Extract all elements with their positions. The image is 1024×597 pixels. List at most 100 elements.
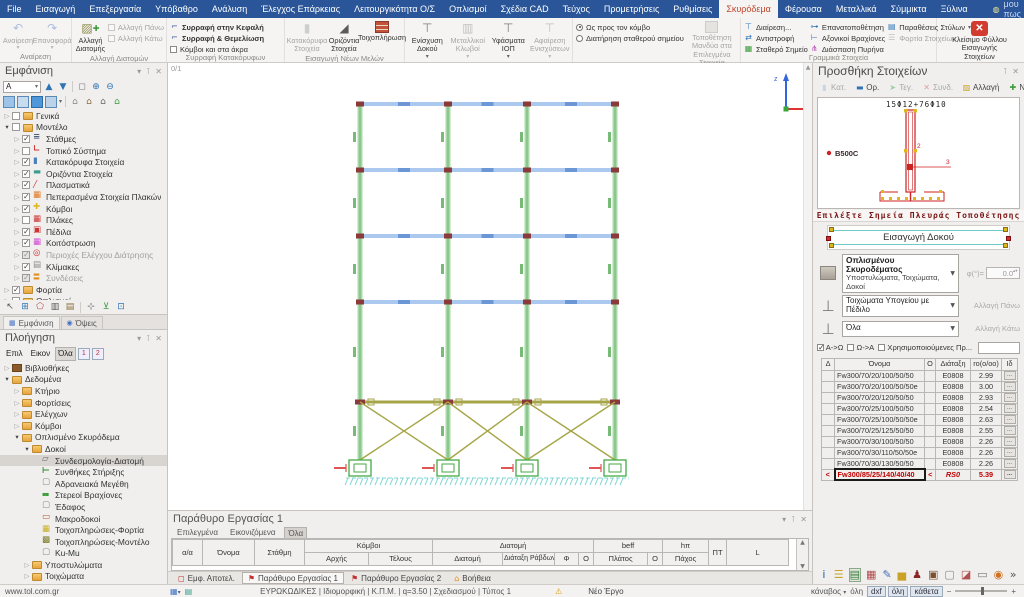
visibility-checkbox[interactable] [22,170,30,178]
used-sections-checkbox[interactable]: Χρησιμοποιούμενες Πρ... [878,343,972,352]
model-canvas[interactable]: zx 0/1 ▲ [168,63,812,510]
vertical-elements-button[interactable]: ▮ Κατακόρυφα Στοιχεία [288,20,326,54]
details-button[interactable]: ... [1004,448,1016,457]
display-tree-item[interactable]: Μοντέλο [0,122,167,134]
menu-tab[interactable]: Προμετρήσεις [597,0,666,18]
details-button[interactable]: ... [1004,426,1016,435]
section-name-cell[interactable]: Fw300/70/25/100/50/50 [835,403,925,414]
bottom-tab[interactable]: ⚑ Παράθυρο Εργασίας 2 [345,572,447,584]
visibility-checkbox[interactable] [22,263,30,271]
navigation-tree-item[interactable]: Τοιχώματα [0,571,167,583]
details-button[interactable]: ... [1004,404,1016,413]
filter-visible-button[interactable]: Εικον [28,347,53,361]
move-down-icon[interactable]: ▼ [57,81,69,93]
walk-icon[interactable]: ♟ [911,568,923,582]
expander-icon[interactable] [13,216,21,224]
menu-tab[interactable]: Φέρουσα [778,0,829,18]
section-name-cell[interactable]: Fw300/70/30/130/50/50 [835,458,925,469]
expander-icon[interactable] [13,422,21,430]
corner-handle[interactable] [1003,243,1008,248]
view-toggle-button[interactable]: dxf [867,586,886,597]
element-type-combo[interactable]: Τοιχώματα Υπογείου με Πέδιλο ▼ [842,295,959,317]
expander-icon[interactable] [13,158,21,166]
display-tree-item[interactable]: Κοιτόστρωση [0,238,167,250]
display-tree-item[interactable]: Στάθμες [0,133,167,145]
remove-strengthening-button[interactable]: ⊤ Αφαίρεση Ενισχύσεων▾ [530,20,570,61]
section-row[interactable]: Fw300/70/25/125/50/50 E0808 2.55 ... [822,425,1018,436]
change-top-label[interactable]: Αλλαγή Πάνω [974,301,1020,310]
expander-icon[interactable] [13,147,21,155]
select-poly-icon[interactable]: ⬠ [34,301,46,313]
section-row[interactable]: < Fw300/85/25/140/40/40 < RS0 5.39 ... [822,469,1018,480]
add-toolbar-button[interactable]: ✕ Συνδ. [919,81,956,94]
bar-chart-icon[interactable]: ▅ [897,568,907,582]
tell-me-search[interactable]: ◍ Πείτε μου πως μπο... [985,0,1024,18]
relative-to-node-radio[interactable]: Ως προς τον κόμβο [576,23,684,31]
navigation-tree-item[interactable]: Δεδομένα [0,374,167,386]
filter-combo[interactable]: Όλα ▼ [842,321,959,337]
visibility-checkbox[interactable] [22,193,30,201]
menu-tab[interactable]: Σχέδια CAD [494,0,556,18]
expander-icon[interactable] [13,170,21,178]
add-toolbar-button[interactable]: ▨ Αλλαγή [959,81,1002,94]
expander-icon[interactable] [23,572,31,580]
axial-arms-button[interactable]: ⊢Αξονικοί Βραχίονες [810,34,885,42]
redo-button[interactable]: ↷ Επαναφορά▾ [35,20,69,52]
a-to-omega-checkbox[interactable]: A->Ω [817,343,843,352]
menu-tab[interactable]: Ανάλυση [205,0,254,18]
insert-beam-box[interactable]: Εισαγωγή Δοκού [827,225,1010,250]
section-row[interactable]: Fw300/70/30/110/50/50e E0808 2.26 ... [822,447,1018,458]
view-cube-3-icon[interactable] [31,96,43,108]
design-codes-status[interactable]: ΕΥΡΩΚΩΔΙΚΕΣ | Ιδιομορφική | Κ.Π.Μ. | q=3… [260,587,511,596]
select-window-icon[interactable]: ◻ [76,81,88,93]
phi-spinner[interactable]: 0.0 [986,267,1020,279]
grid-snap-icon[interactable]: ⊻ [100,301,112,313]
navigation-tree-item[interactable]: Μακροδοκοί [0,513,167,525]
properties-icon[interactable]: ▤ [64,301,76,313]
bottom-tab[interactable]: ⚑ Παράθυρο Εργασίας 1 [242,572,344,584]
undo-button[interactable]: ↶ Αναίρεση▾ [3,20,33,52]
section-row[interactable]: Fw300/70/20/120/50/50 E0808 2.93 ... [822,392,1018,403]
display-tab[interactable]: ▦ Εμφάνιση [3,316,60,329]
details-button[interactable]: ... [1004,371,1016,380]
menu-tab[interactable]: File [0,0,29,18]
menu-tab[interactable]: Οπλισμοί [442,0,493,18]
close-icon[interactable]: ✕ [155,334,162,343]
details-button[interactable]: ... [1004,393,1016,402]
section-row[interactable]: Fw300/70/20/100/50/50e E0808 3.00 ... [822,381,1018,392]
add-toolbar-button[interactable]: ▮ Κατ. [817,81,849,94]
display-tab[interactable]: ◉ Όψεις [61,316,103,329]
navigation-tree-item[interactable]: Έδαφος [0,501,167,513]
corner-handle[interactable] [1003,227,1008,232]
navigation-tree-item[interactable]: Τοιχοπληρώσεις-Φορτία [0,524,167,536]
expander-icon[interactable] [13,205,21,213]
section-row[interactable]: Fw300/70/25/100/50/50e E0808 2.63 ... [822,414,1018,425]
divide-button[interactable]: ⊤Διαίρεση... [744,23,808,31]
add-toolbar-button[interactable]: ✚ Νέα [1005,81,1024,94]
invert-button[interactable]: ⇄Αντιστροφή [744,34,808,42]
expander-icon[interactable] [3,123,11,131]
view-cube-1-icon[interactable] [3,96,15,108]
display-tree-item[interactable]: Κόμβοι [0,203,167,215]
zoom-slider[interactable] [955,590,1007,592]
grid-edit-icon[interactable]: ⊡ [115,301,127,313]
navigation-tree-item[interactable]: Ελέγχων [0,408,167,420]
pin-icon[interactable]: ⊺ [146,67,150,76]
menu-tab[interactable]: Μεταλλικά [829,0,884,18]
visibility-checkbox[interactable] [22,274,30,282]
expander-icon[interactable] [13,181,21,189]
menu-tab[interactable]: Έλεγχος Επάρκειας [254,0,347,18]
expander-icon[interactable] [13,263,21,271]
menu-tab[interactable]: Σκυρόδεμα [719,0,778,18]
work-table-scrollbar[interactable]: ▲▼ [796,539,808,570]
expander-icon[interactable] [23,561,31,569]
section-row[interactable]: Fw300/70/30/130/50/50 E0808 2.26 ... [822,458,1018,469]
navigation-tree-item[interactable]: Υποστυλώματα [0,559,167,571]
pin-icon[interactable]: ⊺ [791,515,795,524]
menu-tab[interactable]: Εισαγωγή [29,0,83,18]
details-button[interactable]: ... [1004,382,1016,391]
display-tree-item[interactable]: Πλάκες [0,214,167,226]
navigation-tree-item[interactable]: Οπλισμένο Σκυρόδεμα [0,432,167,444]
infill-wall-button[interactable]: Τοιχοπλήρωση [362,20,402,42]
export-sheet-icon[interactable]: ▤ [849,568,861,582]
